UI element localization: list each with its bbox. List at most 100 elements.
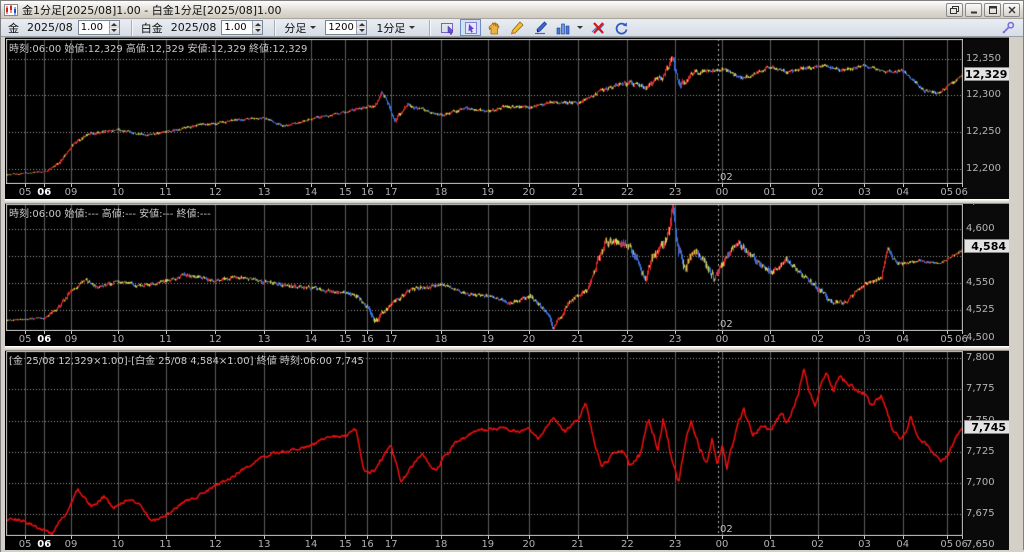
bar-type-dropdown[interactable]: 分足 — [281, 19, 319, 37]
dropdown-arrow-icon[interactable] — [575, 19, 585, 36]
gold-multiplier-value[interactable]: 1.00 — [78, 21, 109, 34]
hand-icon[interactable] — [483, 19, 504, 36]
interval-value: 1分足 — [376, 21, 406, 35]
spread-y-axis: 7,745 7,8007,7757,7507,7257,7007,6757,65… — [964, 351, 1011, 550]
window-border-right — [1009, 37, 1023, 552]
select-arrow-icon[interactable] — [460, 19, 482, 36]
interval-dropdown[interactable]: 1分足 — [373, 19, 418, 37]
platinum-x-hour-label: 11 — [159, 334, 173, 345]
spread-chart-canvas[interactable] — [6, 351, 963, 536]
platinum-y-tick-label: 4,500 — [966, 331, 995, 343]
gold-x-hour-label: 15 — [339, 187, 352, 198]
platinum-chart-canvas[interactable] — [6, 204, 963, 331]
spread-x-hour-label: 19 — [481, 539, 495, 550]
gold-x-hour-label: 06 — [37, 187, 52, 198]
spread-x-hour-label: 15 — [339, 539, 352, 550]
gold-x-hour-label: 20 — [522, 187, 536, 198]
platinum-x-hour-label: 04 — [896, 334, 910, 345]
minimize-icon[interactable] — [965, 2, 982, 17]
gold-multiplier-spinner[interactable]: 1.00 — [77, 20, 120, 35]
platinum-x-hour-label: 13 — [257, 334, 271, 345]
spread-x-hour-label: 01 — [763, 539, 777, 550]
gold-x-hour-label: 13 — [257, 187, 271, 198]
spread-x-hour-label: 03 — [858, 539, 871, 550]
spread-x-hour-label: 17 — [384, 539, 398, 550]
spread-x-hour-label: 05 — [18, 539, 32, 550]
platinum-label: 白金 — [140, 21, 163, 35]
close-icon[interactable] — [1003, 2, 1020, 17]
platinum-x-hour-label: 03 — [858, 334, 871, 345]
gold-x-hour-label: 04 — [896, 187, 910, 198]
toolbar-separator — [429, 19, 432, 36]
panel-splitter[interactable] — [5, 199, 1011, 204]
platinum-x-hour-label: 05 — [18, 334, 32, 345]
spread-x-hour-label: 00 — [715, 539, 729, 550]
spread-y-tick-label: 7,775 — [966, 383, 995, 395]
spread-x-hour-label: 10 — [111, 539, 125, 550]
spin-down-icon[interactable] — [253, 27, 263, 34]
spin-down-icon[interactable] — [357, 27, 367, 34]
gold-x-hour-label: 10 — [111, 187, 125, 198]
maximize-icon[interactable] — [984, 2, 1001, 17]
gold-y-axis: 12,329 12,350 12,300 12,250 12,200 — [964, 39, 1011, 199]
gold-x-hour-label: 12 — [208, 187, 222, 198]
window-title: 金1分足[2025/08]1.00 - 白金1分足[2025/08]1.00 — [22, 3, 282, 17]
delete-drawings-icon[interactable] — [587, 19, 608, 36]
spread-x-hour-label: 02 — [811, 539, 825, 550]
bar-count-value[interactable]: 1200 — [326, 21, 357, 34]
spread-x-hour-label: 21 — [571, 539, 585, 550]
gold-x-hour-label: 18 — [434, 187, 448, 198]
gold-x-hour-label: 14 — [304, 187, 318, 198]
restore-icon[interactable] — [946, 2, 963, 17]
spread-x-hour-label: 09 — [64, 539, 78, 550]
refresh-icon[interactable] — [610, 19, 631, 36]
platinum-contract-label: 2025/08 — [170, 21, 217, 34]
spread-date-label: 02 — [720, 524, 733, 535]
spread-x-hour-label: 04 — [896, 539, 910, 550]
platinum-x-hour-label: 09 — [64, 334, 78, 345]
spread-x-hour-label: 13 — [257, 539, 271, 550]
platinum-x-hour-label: 00 — [715, 334, 729, 345]
platinum-x-hour-label: 06 — [955, 334, 968, 345]
wrench-icon[interactable] — [997, 19, 1018, 36]
spread-x-axis: 05 06 09 10 11 12 13 14 15 16 17 18 19 20 21 22 23 00 01 02… — [5, 536, 968, 550]
pencil-icon[interactable] — [506, 19, 527, 36]
spread-x-hour-label: 11 — [159, 539, 173, 550]
gold-x-hour-label: 23 — [668, 187, 682, 198]
platinum-x-hour-label: 22 — [621, 334, 634, 345]
gold-x-hour-label: 01 — [763, 187, 777, 198]
spread-x-hour-label: 05 — [940, 539, 954, 550]
gold-x-hour-label: 09 — [64, 187, 78, 198]
platinum-multiplier-spinner[interactable]: 1.00 — [221, 20, 264, 35]
spread-y-tick-label: 7,725 — [966, 445, 995, 457]
spin-down-icon[interactable] — [109, 27, 119, 34]
platinum-x-hour-label: 14 — [304, 334, 318, 345]
gold-info-line: 時刻:06:00 始値:12,329 高値:12,329 安値:12,329 終… — [9, 44, 308, 55]
gold-y-tick-label: 12,250 — [966, 126, 1001, 137]
bar-count-spinner[interactable]: 1200 — [325, 20, 368, 35]
panel-splitter[interactable] — [5, 346, 1011, 351]
platinum-x-hour-label: 17 — [384, 334, 398, 345]
gold-chart-canvas[interactable] — [6, 39, 963, 184]
bar-chart-icon[interactable] — [552, 19, 573, 36]
gold-price-badge: 12,329 — [964, 67, 1011, 81]
spread-x-hour-label: 06 — [955, 539, 968, 550]
spread-x-hour-label: 12 — [208, 539, 222, 550]
platinum-x-hour-label: 20 — [522, 334, 536, 345]
toolbar-separator — [130, 19, 133, 36]
platinum-x-hour-label: 15 — [339, 334, 352, 345]
platinum-x-axis: 05 06 09 10 11 12 13 14 15 16 17 18 19 20 21 22 23 00 01 02… — [5, 331, 968, 346]
spread-price-badge: 7,745 — [964, 420, 1011, 434]
chart-cursor-icon[interactable] — [437, 19, 458, 36]
gold-x-hour-label: 22 — [621, 187, 634, 198]
title-bar[interactable]: 金1分足[2025/08]1.00 - 白金1分足[2025/08]1.00 — [1, 1, 1023, 19]
window-border-left — [1, 37, 5, 552]
platinum-x-hour-label: 18 — [434, 334, 448, 345]
platinum-multiplier-value[interactable]: 1.00 — [222, 21, 253, 34]
spread-y-tick-label: 7,800 — [966, 352, 995, 364]
platinum-price-badge: 4,584 — [964, 239, 1011, 253]
gold-label: 金 — [8, 21, 19, 35]
gold-contract-label: 2025/08 — [27, 21, 73, 34]
spread-x-hour-label: 16 — [360, 539, 374, 550]
pen-icon[interactable] — [529, 19, 550, 36]
